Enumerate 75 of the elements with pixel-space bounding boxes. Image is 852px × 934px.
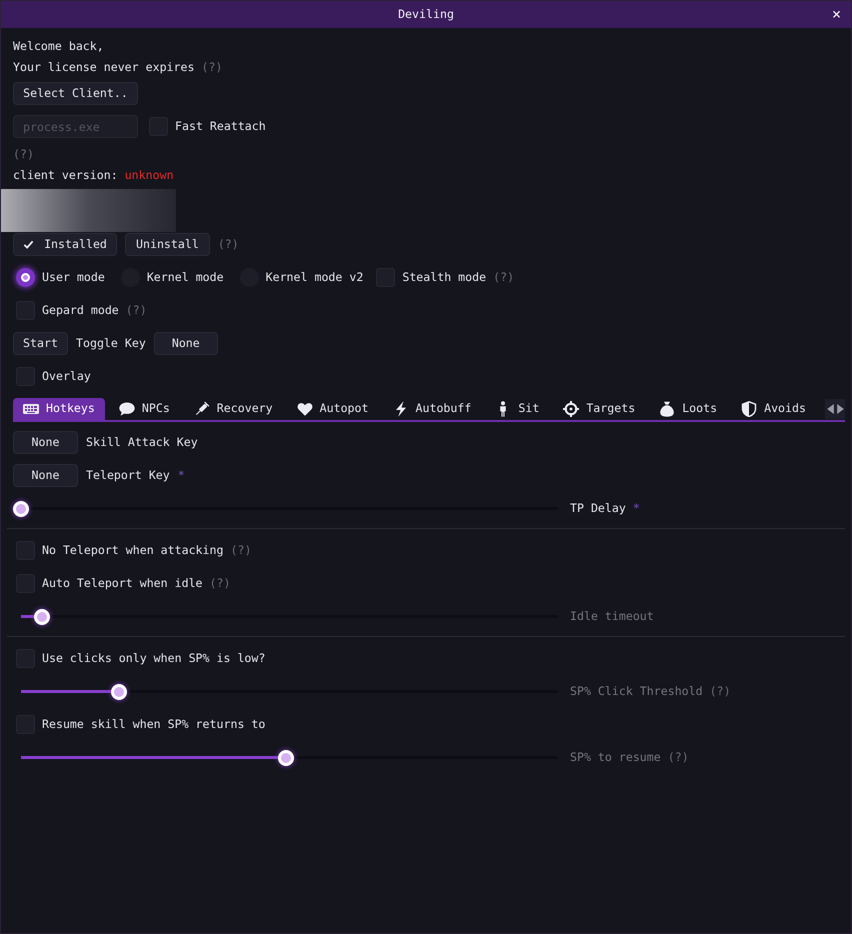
start-button[interactable]: Start bbox=[13, 332, 68, 355]
tab[interactable]: Autopot bbox=[286, 398, 379, 420]
checkbox[interactable] bbox=[16, 574, 35, 593]
tab[interactable]: Hotkeys bbox=[13, 398, 105, 420]
triangle-right-icon bbox=[836, 404, 844, 414]
option-label: Overlay bbox=[42, 370, 91, 382]
help-marker: (?) bbox=[230, 544, 252, 556]
tab[interactable]: Sit bbox=[485, 398, 550, 420]
tab[interactable]: Loots bbox=[649, 398, 728, 420]
help-marker: (?) bbox=[13, 148, 34, 160]
triangle-left-icon bbox=[826, 404, 834, 414]
checkbox[interactable] bbox=[16, 715, 35, 734]
checkbox[interactable] bbox=[16, 301, 35, 320]
key-binding-button[interactable]: None bbox=[13, 464, 78, 487]
option-label: No Teleport when attacking bbox=[42, 544, 224, 556]
option-label: User mode bbox=[42, 272, 105, 284]
money-bag-icon bbox=[659, 401, 676, 417]
tab[interactable]: Targets bbox=[553, 398, 646, 420]
key-label: Skill Attack Key bbox=[86, 436, 198, 448]
option-label: Gepard mode bbox=[42, 304, 119, 316]
tab[interactable]: Autobuff bbox=[382, 398, 482, 420]
option-label: Stealth mode bbox=[402, 272, 486, 284]
slider-thumb[interactable] bbox=[13, 500, 29, 516]
speech-bubble-icon bbox=[118, 401, 135, 417]
installed-button[interactable]: Installed bbox=[13, 233, 117, 256]
tab[interactable]: Avoids bbox=[731, 398, 816, 420]
slider-label: TP Delay bbox=[570, 502, 626, 514]
select-client-button[interactable]: Select Client.. bbox=[13, 82, 138, 105]
option-label: Auto Teleport when idle bbox=[42, 578, 203, 590]
greeting-text: Welcome back, bbox=[13, 40, 104, 52]
key-binding-button[interactable]: None bbox=[13, 431, 78, 454]
help-marker: (?) bbox=[126, 304, 147, 316]
checkbox[interactable] bbox=[149, 117, 168, 136]
checkbox[interactable] bbox=[16, 541, 35, 560]
input-field[interactable]: process.exe bbox=[13, 115, 138, 138]
help-marker: (?) bbox=[218, 238, 239, 250]
help-marker: (?) bbox=[201, 62, 222, 74]
asterisk-marker: * bbox=[632, 502, 640, 514]
tab[interactable]: Recovery bbox=[184, 398, 283, 420]
keyboard-icon bbox=[23, 401, 39, 417]
checkbox[interactable] bbox=[16, 367, 35, 386]
shield-icon bbox=[741, 401, 758, 417]
tab[interactable]: NPCs bbox=[108, 398, 180, 420]
uninstall-button[interactable]: Uninstall bbox=[125, 233, 210, 256]
key-label: Teleport Key bbox=[86, 470, 170, 482]
slider-track[interactable] bbox=[13, 500, 558, 518]
scroll-right-button[interactable] bbox=[835, 399, 845, 419]
help-marker: (?) bbox=[210, 578, 230, 590]
checkbox[interactable] bbox=[376, 268, 396, 287]
heart-icon bbox=[296, 401, 313, 417]
option-label: Use clicks only when SP% is low? bbox=[42, 652, 266, 664]
syringe-icon bbox=[194, 401, 210, 417]
slider-label: Idle timeout bbox=[570, 610, 654, 622]
checkbox[interactable] bbox=[16, 649, 35, 668]
scroll-left-button[interactable] bbox=[825, 399, 835, 419]
close-button[interactable]: × bbox=[832, 7, 841, 22]
window-title: Deviling bbox=[398, 8, 454, 20]
slider-label: SP% Click Threshold bbox=[570, 686, 703, 698]
option-label: Kernel mode v2 bbox=[266, 272, 364, 284]
tick-icon bbox=[23, 239, 34, 250]
license-text: Your license never expires bbox=[13, 62, 194, 74]
option-label: Fast Reattach bbox=[175, 120, 266, 132]
version-label: client version: bbox=[13, 170, 118, 182]
help-marker: (?) bbox=[493, 272, 514, 284]
toggle-key-label: Toggle Key bbox=[76, 338, 146, 350]
slider-label: SP% to resume bbox=[570, 752, 661, 764]
crosshair-icon bbox=[563, 401, 580, 417]
help-marker: (?) bbox=[710, 686, 731, 698]
help-marker: (?) bbox=[668, 752, 689, 764]
key-binding-button[interactable]: None bbox=[154, 332, 218, 355]
option-label: Resume skill when SP% returns to bbox=[42, 718, 266, 730]
asterisk-marker: * bbox=[178, 470, 185, 482]
version-value: unknown bbox=[124, 170, 174, 182]
radio-button[interactable] bbox=[16, 268, 35, 287]
option-label: Kernel mode bbox=[146, 272, 224, 284]
